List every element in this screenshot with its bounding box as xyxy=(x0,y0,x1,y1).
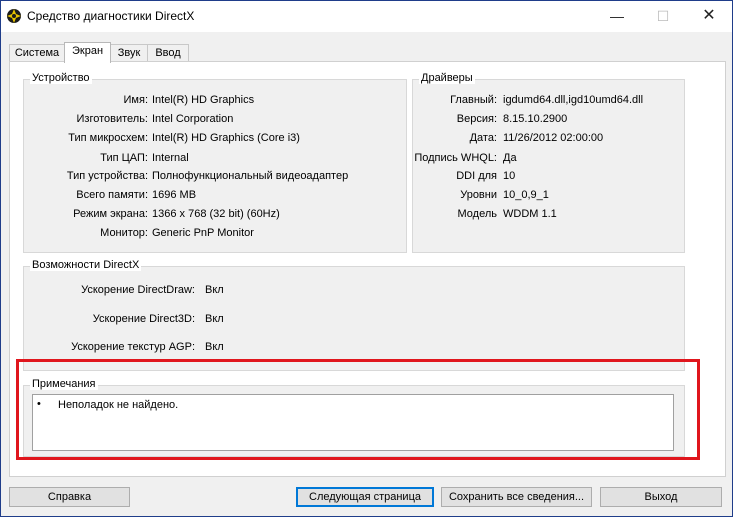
device-type-label: Тип устройства: xyxy=(66,170,148,182)
close-icon: ✕ xyxy=(702,7,716,24)
drivers-main-label: Главный: xyxy=(450,94,497,106)
device-memory-label: Всего памяти: xyxy=(76,189,148,201)
tab-system[interactable]: Система xyxy=(9,44,65,62)
tab-display[interactable]: Экран xyxy=(64,42,111,63)
drivers-levels-value: 10_0,9_1 xyxy=(503,189,549,201)
device-chip-label: Тип микросхем: xyxy=(68,132,148,144)
drivers-group-title: Драйверы xyxy=(419,72,475,84)
directdraw-value: Вкл xyxy=(205,284,224,296)
drivers-version-value: 8.15.10.2900 xyxy=(503,113,568,125)
drivers-whql-value: Да xyxy=(503,152,517,164)
device-row-name: Имя: Intel(R) HD Graphics xyxy=(24,94,406,108)
exit-button[interactable]: Выход xyxy=(600,487,722,507)
agp-row: Ускорение текстур AGP: Вкл xyxy=(24,341,684,355)
device-mode-label: Режим экрана: xyxy=(73,208,148,220)
device-manufacturer-value: Intel Corporation xyxy=(152,113,234,125)
minimize-button[interactable]: — xyxy=(594,1,640,31)
drivers-ddi-value: 10 xyxy=(503,170,516,182)
directdraw-label: Ускорение DirectDraw: xyxy=(81,284,195,296)
device-monitor-label: Монитор: xyxy=(100,227,148,239)
device-row-chip: Тип микросхем: Intel(R) HD Graphics (Cor… xyxy=(24,132,406,146)
device-row-type: Тип устройства: Полнофункциональный виде… xyxy=(24,170,406,184)
drivers-whql-label: Подпись WHQL: xyxy=(414,152,497,164)
directx-features-title: Возможности DirectX xyxy=(30,259,142,271)
agp-value: Вкл xyxy=(205,341,224,353)
drivers-model-value: WDDM 1.1 xyxy=(503,208,557,220)
device-monitor-value: Generic PnP Monitor xyxy=(152,227,254,239)
drivers-date-label: Дата: xyxy=(469,132,497,144)
drivers-model-label: Модель xyxy=(457,208,497,220)
device-group: Устройство Имя: Intel(R) HD Graphics Изг… xyxy=(23,72,407,253)
next-page-button[interactable]: Следующая страница xyxy=(296,487,434,507)
maximize-icon: ☐ xyxy=(656,8,670,24)
device-manufacturer-label: Изготовитель: xyxy=(76,113,149,125)
device-dac-label: Тип ЦАП: xyxy=(100,152,148,164)
device-row-mode: Режим экрана: 1366 x 768 (32 bit) (60Hz) xyxy=(24,208,406,222)
directx-app-icon xyxy=(7,9,21,23)
device-row-memory: Всего памяти: 1696 MB xyxy=(24,189,406,203)
minimize-icon: — xyxy=(610,8,624,24)
window-title: Средство диагностики DirectX xyxy=(27,9,195,23)
device-row-manufacturer: Изготовитель: Intel Corporation xyxy=(24,113,406,127)
direct3d-value: Вкл xyxy=(205,313,224,325)
directx-features-group: Возможности DirectX Ускорение DirectDraw… xyxy=(23,259,685,371)
drivers-row-levels: Уровни 10_0,9_1 xyxy=(413,189,684,203)
drivers-row-main: Главный: igdumd64.dll,igd10umd64.dll xyxy=(413,94,684,108)
device-row-monitor: Монитор: Generic PnP Monitor xyxy=(24,227,406,241)
drivers-row-version: Версия: 8.15.10.2900 xyxy=(413,113,684,127)
device-chip-value: Intel(R) HD Graphics (Core i3) xyxy=(152,132,300,144)
save-all-info-button[interactable]: Сохранить все сведения... xyxy=(441,487,592,507)
agp-label: Ускорение текстур AGP: xyxy=(71,341,195,353)
device-type-value: Полнофункциональный видеоадаптер xyxy=(152,170,349,182)
drivers-date-value: 11/26/2012 02:00:00 xyxy=(503,132,604,144)
direct3d-row: Ускорение Direct3D: Вкл xyxy=(24,313,684,327)
tab-input[interactable]: Ввод xyxy=(147,44,189,62)
close-button[interactable]: ✕ xyxy=(686,1,732,31)
device-mode-value: 1366 x 768 (32 bit) (60Hz) xyxy=(152,208,280,220)
drivers-group: Драйверы Главный: igdumd64.dll,igd10umd6… xyxy=(412,72,685,253)
drivers-row-ddi: DDI для 10 xyxy=(413,170,684,184)
drivers-ddi-label: DDI для xyxy=(456,170,497,182)
title-bar: Средство диагностики DirectX — ☐ ✕ xyxy=(1,1,732,32)
drivers-row-model: Модель WDDM 1.1 xyxy=(413,208,684,222)
device-dac-value: Internal xyxy=(152,152,189,164)
device-memory-value: 1696 MB xyxy=(152,189,197,201)
direct3d-label: Ускорение Direct3D: xyxy=(92,313,195,325)
drivers-row-whql: Подпись WHQL: Да xyxy=(413,152,684,166)
tab-sound[interactable]: Звук xyxy=(110,44,148,62)
device-name-label: Имя: xyxy=(123,94,148,106)
drivers-version-label: Версия: xyxy=(456,113,497,125)
device-group-title: Устройство xyxy=(30,72,92,84)
drivers-row-date: Дата: 11/26/2012 02:00:00 xyxy=(413,132,684,146)
directdraw-row: Ускорение DirectDraw: Вкл xyxy=(24,284,684,298)
maximize-button[interactable]: ☐ xyxy=(640,1,686,31)
device-row-dac: Тип ЦАП: Internal xyxy=(24,152,406,166)
notes-highlight-frame xyxy=(16,359,700,460)
drivers-levels-label: Уровни xyxy=(460,189,497,201)
device-name-value: Intel(R) HD Graphics xyxy=(152,94,255,106)
drivers-main-value: igdumd64.dll,igd10umd64.dll xyxy=(503,94,644,106)
dxdiag-window: Средство диагностики DirectX — ☐ ✕ Систе… xyxy=(0,0,733,517)
help-button[interactable]: Справка xyxy=(9,487,130,507)
